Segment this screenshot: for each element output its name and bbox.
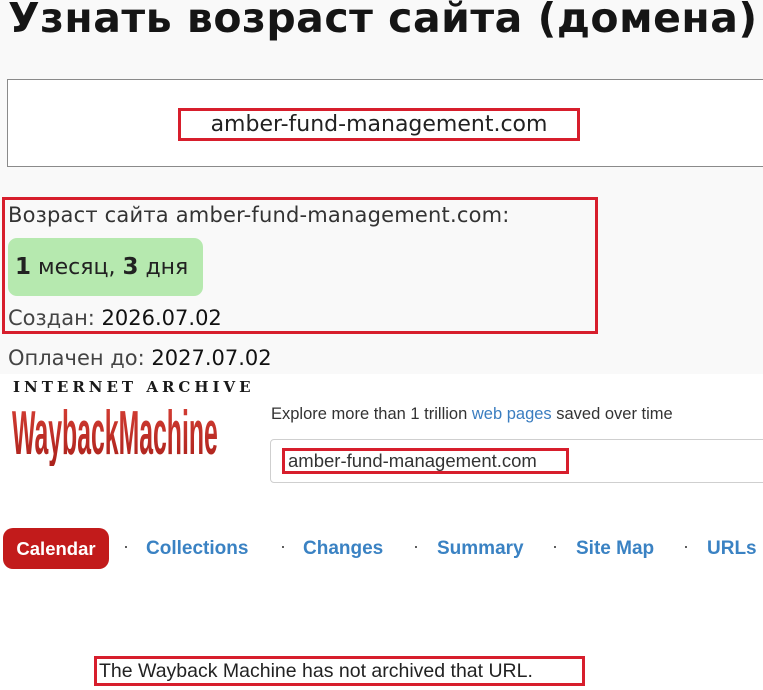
- nav-separator: ·: [413, 536, 419, 556]
- explore-text: Explore more than 1 trillion web pages s…: [271, 405, 673, 424]
- wayback-search-value[interactable]: amber-fund-management.com: [282, 448, 569, 474]
- nav-separator: ·: [280, 536, 286, 556]
- paid-until-date: 2027.07.02: [151, 346, 272, 370]
- paid-until-row: Оплачен до: 2027.07.02: [8, 346, 272, 370]
- created-date: 2026.07.02: [101, 306, 222, 330]
- tab-urls[interactable]: URLs: [707, 538, 757, 560]
- age-months-number: 1: [15, 254, 32, 280]
- wayback-machine-logo[interactable]: WaybackMachine: [12, 398, 250, 466]
- age-days-number: 3: [122, 254, 139, 280]
- age-months-unit: месяц,: [31, 255, 123, 280]
- nav-separator: ·: [123, 536, 129, 556]
- created-row: Создан: 2026.07.02: [8, 306, 222, 330]
- site-age-badge: 1 месяц, 3 дня: [8, 238, 203, 296]
- explore-prefix: Explore more than 1 trillion: [271, 405, 472, 423]
- internet-archive-label: INTERNET ARCHIVE: [13, 378, 255, 396]
- created-label: Создан:: [8, 306, 102, 330]
- domain-input-value[interactable]: amber-fund-management.com: [178, 108, 580, 141]
- web-pages-link[interactable]: web pages: [472, 405, 552, 423]
- tab-site-map[interactable]: Site Map: [576, 538, 654, 560]
- explore-suffix: saved over time: [551, 405, 673, 423]
- paid-until-label: Оплачен до:: [8, 346, 152, 370]
- page-title: Узнать возраст сайта (домена): [8, 0, 758, 42]
- nav-separator: ·: [683, 536, 689, 556]
- not-archived-message: The Wayback Machine has not archived tha…: [94, 656, 585, 686]
- tab-changes[interactable]: Changes: [303, 538, 383, 560]
- tab-summary[interactable]: Summary: [437, 538, 524, 560]
- tab-calendar[interactable]: Calendar: [3, 528, 109, 569]
- site-age-label: Возраст сайта amber-fund-management.com:: [8, 203, 510, 227]
- wayback-logo-text: WaybackMachine: [12, 399, 218, 466]
- tab-collections[interactable]: Collections: [146, 538, 248, 560]
- nav-separator: ·: [552, 536, 558, 556]
- age-days-unit: дня: [138, 255, 189, 280]
